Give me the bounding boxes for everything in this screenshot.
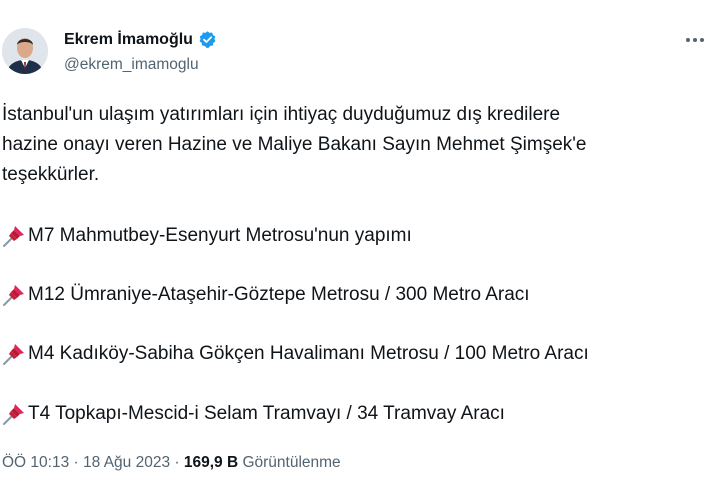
author-name[interactable]: Ekrem İmamoğlu	[64, 31, 193, 49]
tweet-list-item: M12 Ümraniye-Ataşehir-Göztepe Metrosu / …	[2, 283, 530, 307]
meta-separator: ·	[170, 454, 184, 471]
tweet-list-item: M7 Mahmutbey-Esenyurt Metrosu'nun yapımı	[2, 224, 412, 248]
tweet-list-item-text: M4 Kadıköy-Sabiha Gökçen Havalimanı Metr…	[28, 343, 589, 364]
tweet-list-item-text: T4 Topkapı-Mescid-i Selam Tramvayı / 34 …	[28, 403, 505, 424]
tweet-list-item: T4 Topkapı-Mescid-i Selam Tramvayı / 34 …	[2, 402, 505, 426]
tweet-header: Ekrem İmamoğlu @ekrem_imamoglu	[0, 0, 713, 90]
pushpin-icon	[2, 283, 28, 307]
meta-separator: ·	[69, 454, 83, 471]
tweet-meta: ÖÖ 10:13 · 18 Ağu 2023 · 169,9 B Görüntü…	[2, 454, 341, 472]
tweet-intro-line: İstanbul'un ulaşım yatırımları için ihti…	[2, 104, 561, 125]
more-options-icon[interactable]	[683, 30, 707, 50]
avatar-image	[2, 28, 48, 74]
pushpin-icon	[2, 342, 28, 366]
views-count[interactable]: 169,9 B	[184, 454, 238, 471]
tweet-intro-line: teşekkürler.	[2, 164, 100, 185]
pushpin-icon	[2, 402, 28, 426]
tweet-date[interactable]: 18 Ağu 2023	[83, 454, 170, 471]
author-row: Ekrem İmamoğlu	[64, 30, 217, 49]
tweet-list-item-text: M7 Mahmutbey-Esenyurt Metrosu'nun yapımı	[28, 225, 412, 246]
tweet-text: İstanbul'un ulaşım yatırımları için ihti…	[2, 100, 702, 190]
avatar[interactable]	[2, 28, 48, 74]
verified-badge-icon	[198, 30, 217, 49]
views-label[interactable]: Görüntülenme	[242, 454, 340, 471]
pushpin-icon	[2, 224, 28, 248]
tweet-time[interactable]: ÖÖ 10:13	[2, 454, 69, 471]
tweet-list-item-text: M12 Ümraniye-Ataşehir-Göztepe Metrosu / …	[28, 284, 530, 305]
tweet-list-item: M4 Kadıköy-Sabiha Gökçen Havalimanı Metr…	[2, 342, 589, 366]
tweet-intro-line: hazine onayı veren Hazine ve Maliye Baka…	[2, 134, 587, 155]
author-handle[interactable]: @ekrem_imamoglu	[64, 56, 199, 74]
